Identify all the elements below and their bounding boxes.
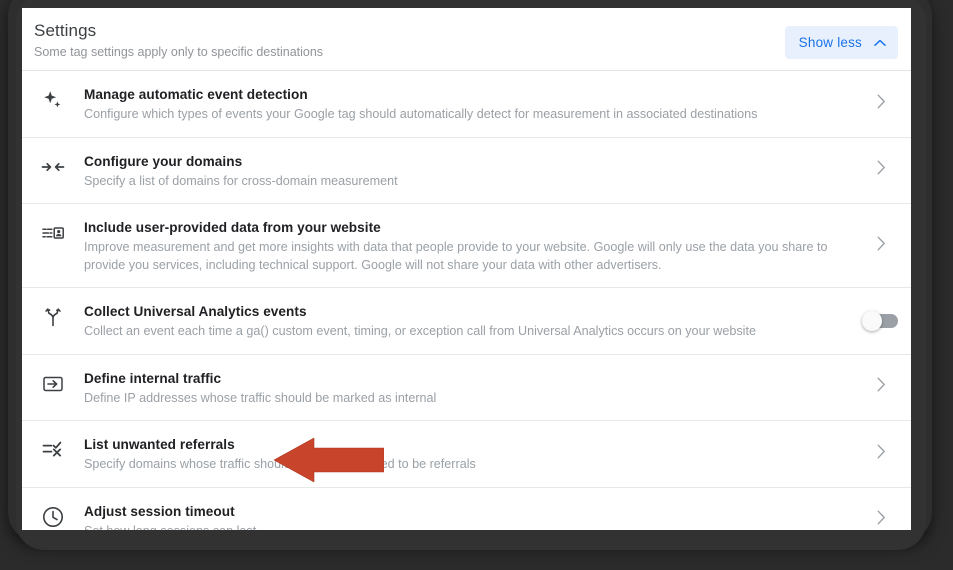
setting-description: Set how long sessions can last [84, 523, 844, 531]
collect-ua-events-toggle[interactable] [862, 310, 898, 331]
login-arrow-icon [22, 368, 84, 396]
setting-row[interactable]: List unwanted referrals Specify domains w… [22, 421, 911, 488]
setting-row-body: Manage automatic event detection Configur… [84, 84, 911, 124]
settings-list: Manage automatic event detection Configur… [22, 71, 911, 530]
setting-row-action[interactable] [859, 377, 903, 397]
show-less-button[interactable]: Show less [784, 26, 898, 59]
setting-row-action[interactable] [859, 236, 903, 256]
setting-row-action[interactable] [859, 510, 903, 530]
setting-row[interactable]: Adjust session timeout Set how long sessi… [22, 487, 911, 531]
setting-title: Adjust session timeout [84, 503, 235, 519]
chevron-right-icon[interactable] [877, 160, 886, 180]
setting-row-action[interactable] [859, 444, 903, 464]
chevron-right-icon[interactable] [877, 236, 886, 256]
setting-description: Configure which types of events your Goo… [84, 107, 758, 121]
settings-header: Settings Some tag settings apply only to… [22, 8, 911, 71]
setting-row-body: Configure your domains Specify a list of … [84, 151, 911, 191]
clock-icon [22, 501, 84, 529]
setting-description: Collect an event each time a ga() custom… [84, 324, 756, 338]
setting-row[interactable]: Define internal traffic Define IP address… [22, 354, 911, 421]
setting-row-body: Define internal traffic Define IP address… [84, 368, 911, 408]
auto-awesome-sparkle-icon [22, 84, 84, 112]
setting-title: List unwanted referrals [84, 437, 235, 452]
setting-title: Include user-provided data from your web… [84, 220, 381, 235]
setting-row[interactable]: Include user-provided data from your web… [22, 204, 911, 288]
setting-description: Specify domains whose traffic should not… [84, 457, 476, 471]
setting-row-body: Collect Universal Analytics events Collec… [84, 301, 911, 341]
chevron-right-icon[interactable] [877, 444, 886, 464]
settings-card: Settings Some tag settings apply only to… [22, 8, 911, 530]
toggle-knob [862, 310, 882, 331]
setting-row-action[interactable] [859, 310, 903, 331]
cross-domain-arrows-icon [22, 151, 84, 179]
setting-row-body: Include user-provided data from your web… [84, 217, 911, 274]
setting-description: Define IP addresses whose traffic should… [84, 390, 437, 405]
setting-row[interactable]: Collect Universal Analytics events Collec… [22, 288, 911, 355]
setting-row-action[interactable] [859, 160, 903, 180]
setting-description: Improve measurement and get more insight… [84, 240, 828, 272]
user-provided-data-icon [22, 217, 84, 245]
setting-title: Configure your domains [84, 153, 243, 169]
setting-row-body: Adjust session timeout Set how long sessi… [84, 501, 911, 531]
setting-title: Collect Universal Analytics events [84, 304, 307, 319]
show-less-label: Show less [798, 35, 862, 50]
setting-row-body: List unwanted referrals Specify domains w… [84, 434, 911, 474]
setting-title: Define internal traffic [84, 370, 222, 386]
setting-title: Manage automatic event detection [84, 87, 308, 102]
chevron-right-icon[interactable] [877, 510, 886, 530]
chevron-right-icon[interactable] [877, 377, 886, 397]
chevron-up-icon [874, 39, 886, 47]
chevron-right-icon[interactable] [877, 94, 886, 114]
page-title: Settings [34, 21, 97, 40]
page-subtitle: Some tag settings apply only to specific… [34, 45, 324, 59]
rule-check-x-icon [22, 434, 84, 462]
setting-row[interactable]: Configure your domains Specify a list of … [22, 137, 911, 204]
branch-fork-icon [22, 301, 84, 329]
setting-row-action[interactable] [859, 94, 903, 114]
setting-description: Specify a list of domains for cross-doma… [84, 173, 398, 188]
setting-row[interactable]: Manage automatic event detection Configur… [22, 71, 911, 138]
